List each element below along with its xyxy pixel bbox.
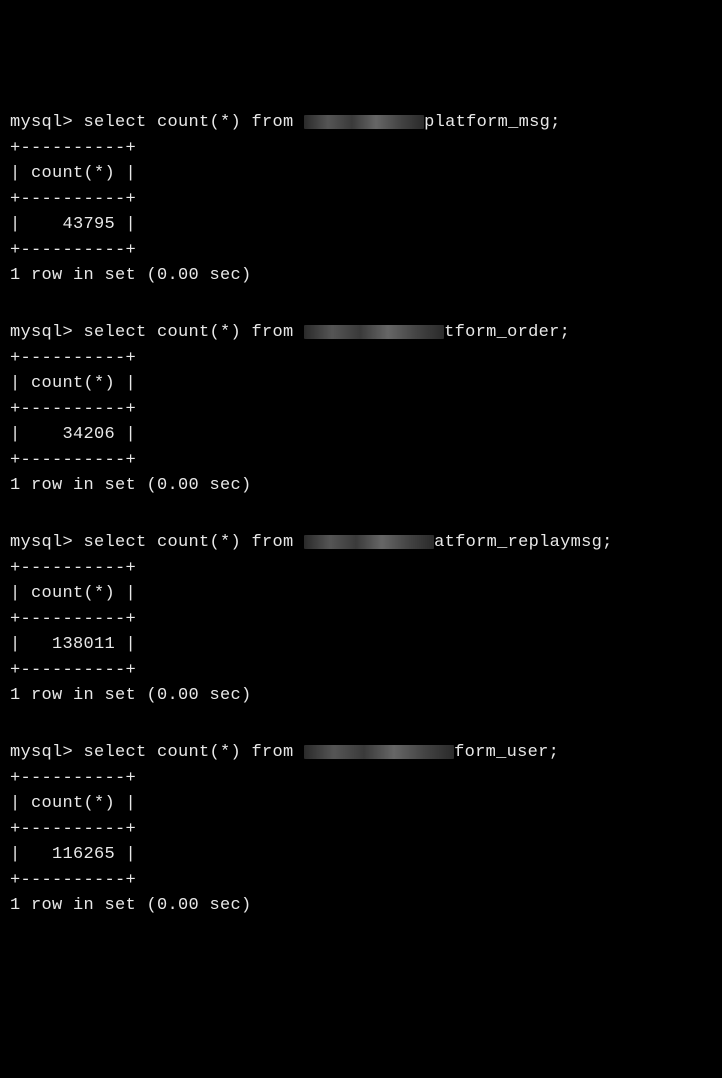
query-block: mysql> select count(*) from platform_msg… — [10, 110, 712, 314]
result-footer: 1 row in set (0.00 sec) — [10, 263, 712, 289]
blank-line — [10, 919, 712, 945]
query-block: mysql> select count(*) from atform_repla… — [10, 530, 712, 734]
query-block: mysql> select count(*) from form_user;+-… — [10, 740, 712, 944]
result-footer: 1 row in set (0.00 sec) — [10, 473, 712, 499]
blank-line — [10, 499, 712, 525]
mysql-prompt: mysql> — [10, 743, 84, 762]
table-value: | 43795 | — [10, 212, 712, 238]
sql-query-line: mysql> select count(*) from tform_order; — [10, 320, 712, 346]
redacted-table-name — [304, 325, 444, 339]
table-border: +----------+ — [10, 868, 712, 894]
table-value: | 138011 | — [10, 632, 712, 658]
sql-text: select count(*) from — [84, 113, 305, 132]
sql-text: select count(*) from — [84, 743, 305, 762]
table-header: | count(*) | — [10, 371, 712, 397]
table-border: +----------+ — [10, 346, 712, 372]
mysql-prompt: mysql> — [10, 113, 84, 132]
sql-table-suffix: atform_replaymsg; — [434, 533, 613, 552]
table-border: +----------+ — [10, 658, 712, 684]
table-border: +----------+ — [10, 238, 712, 264]
sql-query-line: mysql> select count(*) from form_user; — [10, 740, 712, 766]
sql-query-line: mysql> select count(*) from atform_repla… — [10, 530, 712, 556]
table-header: | count(*) | — [10, 581, 712, 607]
table-header: | count(*) | — [10, 161, 712, 187]
table-border: +----------+ — [10, 817, 712, 843]
terminal-output: mysql> select count(*) from platform_msg… — [10, 110, 712, 944]
result-footer: 1 row in set (0.00 sec) — [10, 893, 712, 919]
mysql-prompt: mysql> — [10, 533, 84, 552]
table-value: | 116265 | — [10, 842, 712, 868]
sql-table-suffix: platform_msg; — [424, 113, 561, 132]
table-border: +----------+ — [10, 136, 712, 162]
redacted-table-name — [304, 535, 434, 549]
sql-text: select count(*) from — [84, 323, 305, 342]
table-border: +----------+ — [10, 766, 712, 792]
table-border: +----------+ — [10, 607, 712, 633]
table-border: +----------+ — [10, 556, 712, 582]
blank-line — [10, 709, 712, 735]
table-border: +----------+ — [10, 187, 712, 213]
query-block: mysql> select count(*) from tform_order;… — [10, 320, 712, 524]
table-border: +----------+ — [10, 448, 712, 474]
sql-table-suffix: form_user; — [454, 743, 559, 762]
table-header: | count(*) | — [10, 791, 712, 817]
sql-text: select count(*) from — [84, 533, 305, 552]
redacted-table-name — [304, 745, 454, 759]
redacted-table-name — [304, 115, 424, 129]
result-footer: 1 row in set (0.00 sec) — [10, 683, 712, 709]
table-value: | 34206 | — [10, 422, 712, 448]
sql-query-line: mysql> select count(*) from platform_msg… — [10, 110, 712, 136]
mysql-prompt: mysql> — [10, 323, 84, 342]
sql-table-suffix: tform_order; — [444, 323, 570, 342]
table-border: +----------+ — [10, 397, 712, 423]
blank-line — [10, 289, 712, 315]
